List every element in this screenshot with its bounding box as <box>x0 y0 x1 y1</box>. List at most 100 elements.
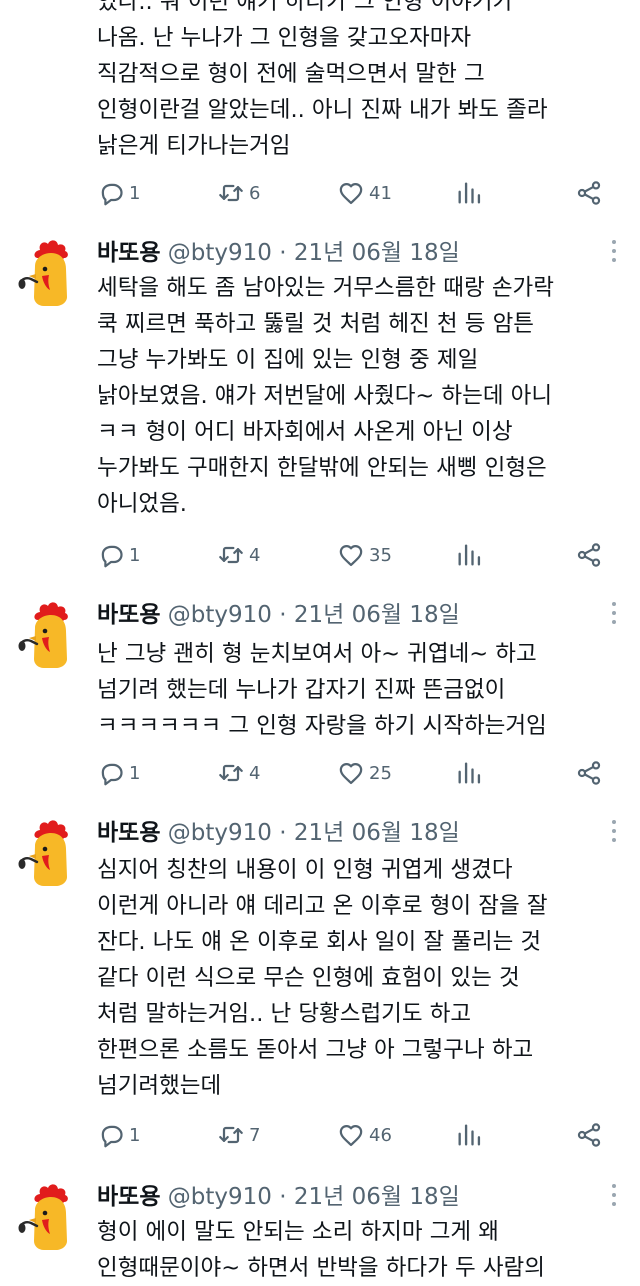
tweet-date[interactable]: 21년 06월 18일 <box>294 240 460 266</box>
reply-button[interactable]: 1 <box>97 758 140 788</box>
retweet-count: 6 <box>249 182 261 204</box>
tweet-text: 세탁을 해도 좀 남아있는 거무스름한 때랑 손가락 쿡 찌르면 푹하고 뚫릴 … <box>97 270 628 522</box>
views-button[interactable] <box>455 178 483 208</box>
tweet-line: 같다 이런 식으로 무슨 인형에 효험이 있는 것 <box>97 965 520 991</box>
tweet-header: 바또용 @bty910 · 21년 06월 18일 <box>97 238 460 268</box>
like-button[interactable]: 46 <box>337 1120 392 1150</box>
reply-button[interactable]: 1 <box>97 540 140 570</box>
tweet-line: ㅋㅋ 형이 어디 바자회에서 사온게 아닌 이상 <box>97 419 513 445</box>
like-count: 25 <box>369 762 392 784</box>
like-button[interactable]: 35 <box>337 540 392 570</box>
like-icon <box>337 1121 365 1149</box>
more-icon[interactable] <box>610 820 618 847</box>
tweet-line: 처럼 말하는거임.. 난 당황스럽기도 하고 <box>97 1001 472 1027</box>
more-icon[interactable] <box>610 1184 618 1211</box>
like-count: 41 <box>369 182 392 204</box>
author-handle[interactable]: @bty910 <box>168 602 272 628</box>
share-icon <box>575 1121 603 1149</box>
tweet-line: 잔다. 나도 얘 온 이후로 회사 일이 잘 풀리는 것 <box>97 929 542 955</box>
separator-dot: · <box>279 602 287 628</box>
like-count: 46 <box>369 1124 392 1146</box>
tweet-line: 었다.. 뭐 이런 얘기 하다가 그 인형 이야기가 <box>97 0 514 15</box>
author-name[interactable]: 바또용 <box>97 1184 160 1210</box>
action-bar: 1 4 25 <box>97 758 617 788</box>
tweet-line: ㅋㅋㅋㅋㅋㅋ 그 인형 자랑을 하기 시작하는거임 <box>97 713 547 739</box>
chick-avatar[interactable] <box>18 600 80 672</box>
separator-dot: · <box>279 240 287 266</box>
reply-count: 1 <box>129 762 141 784</box>
action-bar: 1 7 46 <box>97 1120 617 1150</box>
retweet-icon <box>217 1121 245 1149</box>
share-button[interactable] <box>575 178 603 208</box>
retweet-button[interactable]: 6 <box>217 178 260 208</box>
more-icon[interactable] <box>610 240 618 267</box>
like-icon <box>337 541 365 569</box>
views-button[interactable] <box>455 540 483 570</box>
tweet-date[interactable]: 21년 06월 18일 <box>294 602 460 628</box>
tweet-line: 형이 에이 말도 안되는 소리 하지마 그게 왜 <box>97 1219 499 1245</box>
share-button[interactable] <box>575 758 603 788</box>
author-handle[interactable]: @bty910 <box>168 820 272 846</box>
more-icon[interactable] <box>610 602 618 629</box>
author-handle[interactable]: @bty910 <box>168 240 272 266</box>
like-button[interactable]: 41 <box>337 178 392 208</box>
tweet-text: 형이 에이 말도 안되는 소리 하지마 그게 왜 인형때문이야~ 하면서 반박을… <box>97 1214 628 1286</box>
chick-avatar[interactable] <box>18 238 80 310</box>
tweet-line: 쿡 찌르면 푹하고 뚫릴 것 처럼 헤진 천 등 암튼 <box>97 311 534 337</box>
tweet-line: 그냥 누가봐도 이 집에 있는 인형 중 제일 <box>97 347 479 373</box>
like-icon <box>337 759 365 787</box>
views-icon <box>455 759 483 787</box>
separator-dot: · <box>279 1184 287 1210</box>
share-icon <box>575 179 603 207</box>
tweet-date[interactable]: 21년 06월 18일 <box>294 1184 460 1210</box>
reply-count: 1 <box>129 1124 141 1146</box>
views-icon <box>455 541 483 569</box>
author-name[interactable]: 바또용 <box>97 820 160 846</box>
tweet-text: 난 그냥 괜히 형 눈치보여서 아~ 귀엽네~ 하고 넘기려 했는데 누나가 갑… <box>97 636 628 744</box>
chick-avatar[interactable] <box>18 818 80 890</box>
retweet-icon <box>217 541 245 569</box>
share-button[interactable] <box>575 540 603 570</box>
views-button[interactable] <box>455 1120 483 1150</box>
tweet-line: 낡아보였음. 얘가 저번달에 사줬다~ 하는데 아니 <box>97 383 553 409</box>
reply-button[interactable]: 1 <box>97 1120 140 1150</box>
tweet-header: 바또용 @bty910 · 21년 06월 18일 <box>97 1182 460 1212</box>
tweet-line: 낡은게 티가나는거임 <box>97 133 291 159</box>
retweet-count: 4 <box>249 762 261 784</box>
tweet-date[interactable]: 21년 06월 18일 <box>294 820 460 846</box>
tweet-line: 아니었음. <box>97 491 187 517</box>
reply-icon <box>97 759 125 787</box>
tweet-line: 직감적으로 형이 전에 술먹으면서 말한 그 <box>97 61 485 87</box>
views-icon <box>455 1121 483 1149</box>
reply-count: 1 <box>129 182 141 204</box>
author-name[interactable]: 바또용 <box>97 602 160 628</box>
tweet-text: 었다.. 뭐 이런 얘기 하다가 그 인형 이야기가 나옴. 난 누나가 그 인… <box>97 0 628 164</box>
like-count: 35 <box>369 544 392 566</box>
share-icon <box>575 541 603 569</box>
author-handle[interactable]: @bty910 <box>168 1184 272 1210</box>
tweet-line: 난 그냥 괜히 형 눈치보여서 아~ 귀엽네~ 하고 <box>97 641 537 667</box>
tweet-text: 심지어 칭찬의 내용이 이 인형 귀엽게 생겼다 이런게 아니라 얘 데리고 온… <box>97 852 628 1104</box>
tweet-line: 한편으론 소름도 돋아서 그냥 아 그렇구나 하고 <box>97 1037 534 1063</box>
retweet-button[interactable]: 7 <box>217 1120 260 1150</box>
tweet-line: 나옴. 난 누나가 그 인형을 갖고오자마자 <box>97 25 472 51</box>
share-button[interactable] <box>575 1120 603 1150</box>
tweet-header: 바또용 @bty910 · 21년 06월 18일 <box>97 818 460 848</box>
author-name[interactable]: 바또용 <box>97 240 160 266</box>
retweet-icon <box>217 759 245 787</box>
reply-button[interactable]: 1 <box>97 178 140 208</box>
chick-avatar[interactable] <box>18 1182 80 1254</box>
views-button[interactable] <box>455 758 483 788</box>
action-bar: 1 4 35 <box>97 540 617 570</box>
tweet-line: 인형이란걸 알았는데.. 아니 진짜 내가 봐도 졸라 <box>97 97 548 123</box>
reply-icon <box>97 1121 125 1149</box>
like-button[interactable]: 25 <box>337 758 392 788</box>
retweet-button[interactable]: 4 <box>217 758 260 788</box>
tweet-line: 넘기려 했는데 누나가 갑자기 진짜 뜬금없이 <box>97 677 506 703</box>
tweet-header: 바또용 @bty910 · 21년 06월 18일 <box>97 600 460 630</box>
retweet-icon <box>217 179 245 207</box>
tweet-line: 심지어 칭찬의 내용이 이 인형 귀엽게 생겼다 <box>97 857 513 883</box>
tweet-line: 누가봐도 구매한지 한달밖에 안되는 새삥 인형은 <box>97 455 547 481</box>
retweet-button[interactable]: 4 <box>217 540 260 570</box>
reply-count: 1 <box>129 544 141 566</box>
